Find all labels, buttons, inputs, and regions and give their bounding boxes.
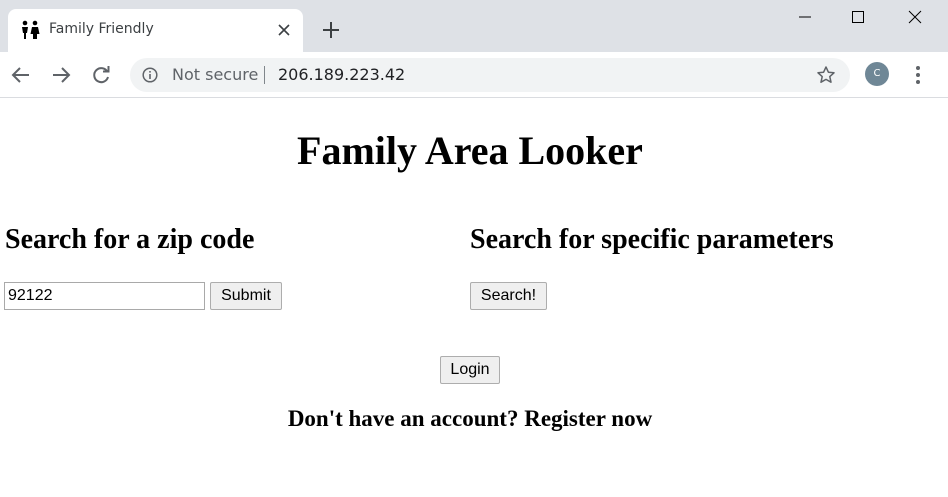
zip-code-input[interactable] <box>4 282 205 310</box>
tab-title: Family Friendly <box>49 21 154 37</box>
arrow-left-icon[interactable] <box>10 64 32 86</box>
search-button[interactable]: Search! <box>470 282 547 310</box>
register-prompt: Don't have an account? Register now <box>287 406 653 431</box>
profile-avatar[interactable]: C <box>865 62 889 86</box>
kebab-menu-icon[interactable] <box>908 64 928 86</box>
arrow-right-icon[interactable] <box>50 64 72 86</box>
reload-icon[interactable] <box>90 64 112 86</box>
minimize-icon[interactable] <box>782 0 828 34</box>
browser-tab[interactable]: Family Friendly <box>8 9 303 52</box>
close-icon[interactable] <box>892 0 938 34</box>
info-icon[interactable] <box>142 67 158 83</box>
address-separator <box>264 66 265 84</box>
url-text[interactable]: 206.189.223.42 <box>278 65 405 84</box>
browser-toolbar: Not secure 206.189.223.42 C <box>0 52 948 98</box>
close-tab-icon[interactable] <box>276 22 292 38</box>
zip-search-heading: Search for a zip code <box>5 224 255 255</box>
address-bar[interactable]: Not secure 206.189.223.42 <box>130 58 850 92</box>
parameter-search-heading: Search for specific parameters <box>470 224 834 255</box>
plus-icon[interactable] <box>322 21 340 39</box>
family-icon <box>22 20 40 39</box>
login-button[interactable]: Login <box>440 356 500 384</box>
security-label[interactable]: Not secure <box>172 65 258 84</box>
star-icon[interactable] <box>816 65 836 85</box>
submit-button[interactable]: Submit <box>210 282 282 310</box>
page-title: Family Area Looker <box>297 128 643 173</box>
maximize-icon[interactable] <box>834 0 880 34</box>
tab-strip: Family Friendly <box>0 0 948 52</box>
